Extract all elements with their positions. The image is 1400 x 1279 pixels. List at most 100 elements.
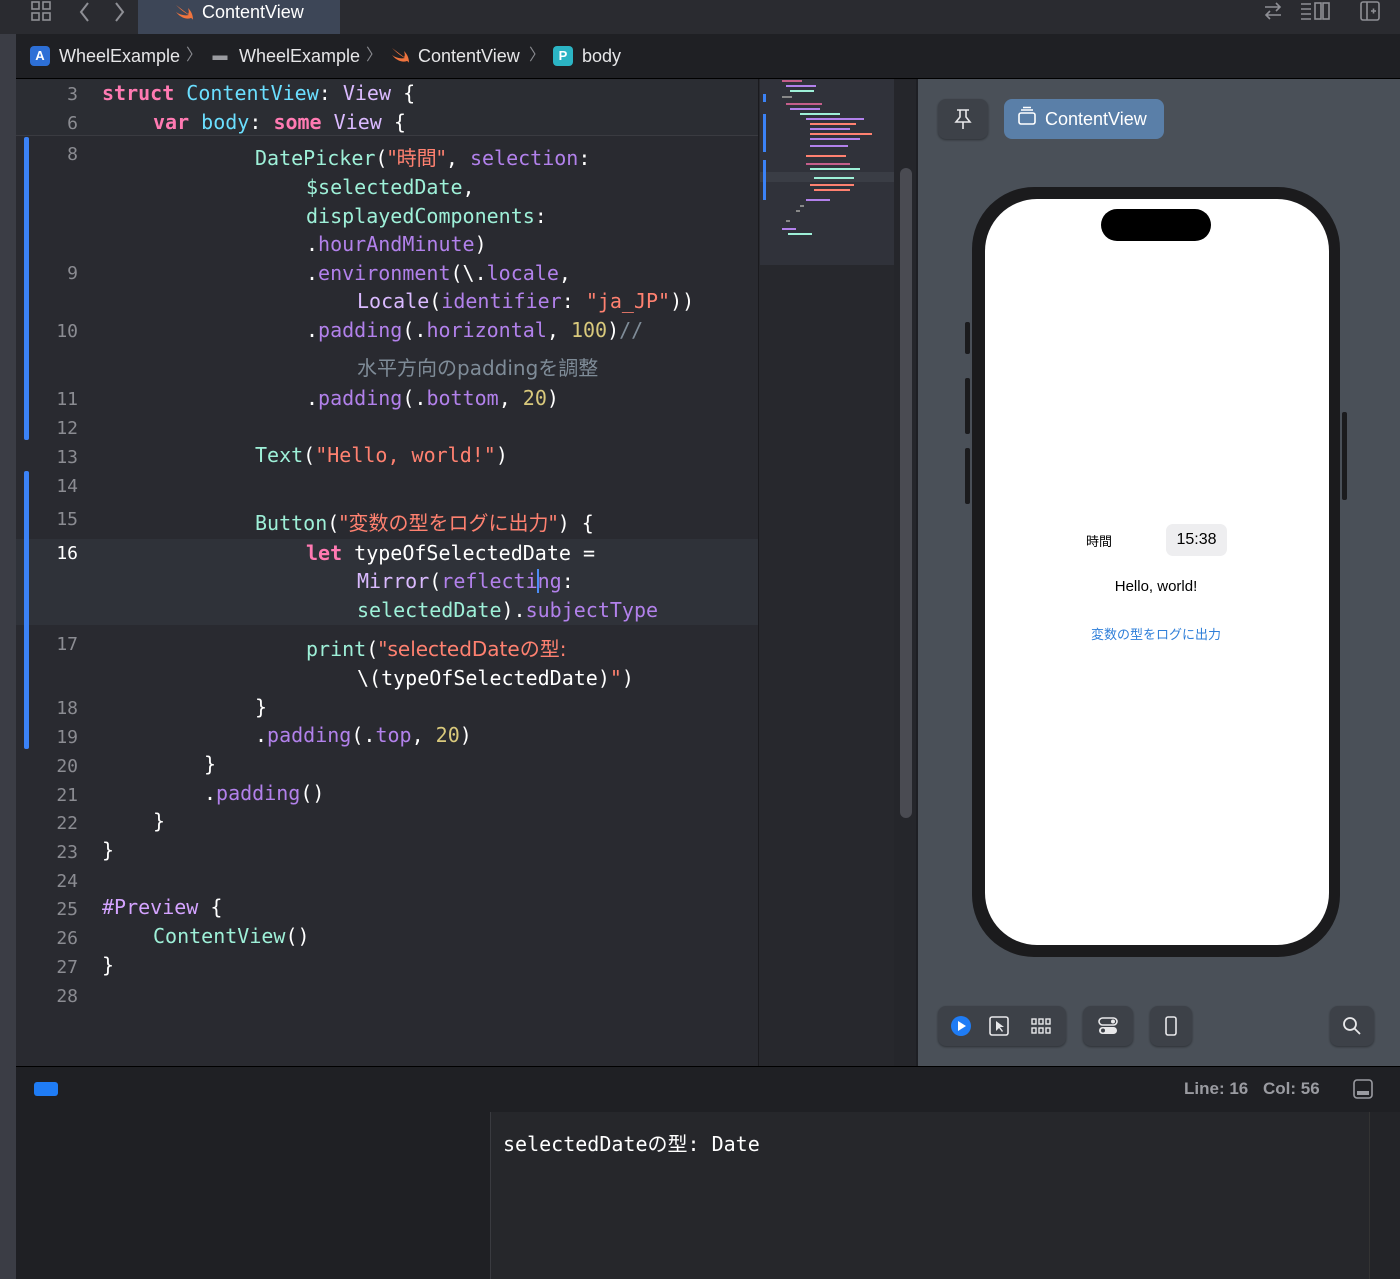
code-token: (\.	[450, 261, 487, 285]
vertical-scrollbar[interactable]	[900, 168, 912, 818]
code-token: )	[459, 723, 472, 747]
code-token: ()	[285, 924, 310, 948]
minimap-line	[814, 177, 854, 179]
code-line: Text("Hello, world!")	[255, 442, 508, 468]
code-token: (.	[351, 723, 376, 747]
console-scrollbar[interactable]	[1369, 1112, 1400, 1279]
dynamic-island	[1101, 209, 1211, 241]
minimap-line	[786, 103, 822, 105]
code-line: selectedDate).subjectType	[357, 597, 658, 623]
breadcrumb-file[interactable]: ContentView	[418, 44, 520, 68]
code-token: padding	[318, 318, 403, 342]
line-number-current: 16	[56, 543, 78, 564]
code-token: struct	[102, 81, 175, 105]
toggle-settings-icon	[1098, 1017, 1118, 1034]
minimap-line	[796, 210, 800, 212]
minimap-line	[806, 155, 846, 157]
line-number: 10	[56, 321, 78, 342]
line-number: 22	[56, 813, 78, 834]
text-cursor	[537, 569, 539, 593]
device-picker-button[interactable]	[1150, 1006, 1192, 1046]
device-settings-button[interactable]	[1083, 1006, 1133, 1046]
minimap-change-marker	[763, 160, 766, 200]
console-output[interactable]: selectedDateの型: Date	[491, 1112, 1369, 1279]
editor-options-icon[interactable]	[1297, 0, 1333, 28]
preview-view-label: ContentView	[1045, 109, 1147, 129]
log-type-button[interactable]: 変数の型をログに出力	[1080, 624, 1232, 643]
code-line-3: struct ContentView: View {	[102, 80, 415, 106]
window-left-edge	[0, 34, 16, 1279]
code-line: }	[102, 953, 115, 977]
zoom-button[interactable]	[1330, 1006, 1374, 1046]
line-number: 9	[67, 263, 78, 284]
code-token: :	[561, 569, 574, 593]
line-number: 14	[56, 476, 78, 497]
line-number: 12	[56, 418, 78, 439]
selectable-mode-icon[interactable]	[988, 1015, 1010, 1042]
breadcrumb-group[interactable]: WheelExample	[239, 44, 360, 68]
variants-icon[interactable]	[1030, 1015, 1052, 1042]
magnifier-icon	[1343, 1017, 1361, 1035]
code-token: ))	[670, 289, 695, 313]
code-token: DatePicker	[255, 146, 376, 170]
code-token: horizontal	[426, 318, 547, 342]
panel-toggle-icon[interactable]	[1352, 1078, 1374, 1105]
related-items-icon[interactable]	[26, 0, 56, 28]
code-token: .	[306, 318, 319, 342]
minimap-line	[806, 199, 830, 201]
code-token: Button	[255, 511, 328, 535]
line-number: 21	[56, 785, 78, 806]
back-icon[interactable]	[70, 0, 100, 28]
code-token: (.	[402, 318, 427, 342]
code-token: :	[534, 204, 547, 228]
code-line: Locale(identifier: "ja_JP"))	[357, 288, 694, 314]
line-number: 18	[56, 698, 78, 719]
minimap-line	[786, 85, 816, 87]
tab-contentview[interactable]: ContentView	[138, 0, 340, 34]
device-screen	[985, 199, 1329, 945]
code-comment: 水平方向のpaddingを調整	[357, 356, 599, 380]
minimap-line	[810, 123, 856, 125]
code-line: .hourAndMinute)	[306, 231, 487, 257]
code-line: ContentView()	[153, 923, 310, 949]
add-editor-icon[interactable]	[1355, 0, 1385, 28]
pin-icon	[954, 109, 972, 129]
phone-side-button	[965, 378, 970, 434]
code-token: var	[153, 110, 190, 134]
code-token: padding	[267, 723, 352, 747]
code-line-6: var body: some View {	[153, 109, 406, 135]
time-picker[interactable]: 15:38	[1166, 524, 1227, 556]
preview-view-selector[interactable]: ContentView	[1004, 99, 1164, 139]
code-token: 100	[570, 318, 608, 342]
code-line: print("selectedDateの型:	[306, 636, 566, 662]
code-token: ,	[462, 175, 475, 199]
code-token: bottom	[426, 386, 499, 410]
code-token: "ja_JP"	[585, 289, 671, 313]
code-token: hourAndMinute	[318, 232, 475, 256]
minimap-line	[806, 118, 864, 120]
code-line: Button("変数の型をログに出力") {	[255, 510, 594, 536]
swift-icon	[174, 3, 194, 27]
minimap-change-marker	[763, 94, 766, 102]
hello-world-text: Hello, world!	[1114, 578, 1198, 595]
minimap-line	[810, 133, 872, 135]
code-line: #Preview {	[102, 894, 222, 920]
code-line: }	[102, 838, 115, 862]
phone-side-button	[1342, 412, 1347, 500]
breadcrumb-symbol[interactable]: body	[582, 44, 621, 68]
code-token: :	[578, 146, 591, 170]
swap-icon[interactable]	[1258, 0, 1288, 28]
live-preview-icon[interactable]	[950, 1015, 972, 1042]
code-token: \(typeOfSelectedDate)	[357, 666, 610, 690]
minimap-line	[790, 90, 814, 92]
code-line: .padding(.horizontal, 100)//	[306, 317, 643, 343]
code-token: {	[198, 895, 223, 919]
forward-icon[interactable]	[104, 0, 134, 28]
breadcrumb-project[interactable]: WheelExample	[59, 44, 180, 68]
minimap-line	[790, 108, 820, 110]
code-token: body	[201, 110, 250, 134]
preview-mode-group	[938, 1006, 1066, 1046]
debug-area-toggle-icon[interactable]	[34, 1082, 58, 1096]
pin-preview-button[interactable]	[938, 99, 988, 139]
minimap-line	[814, 189, 850, 191]
